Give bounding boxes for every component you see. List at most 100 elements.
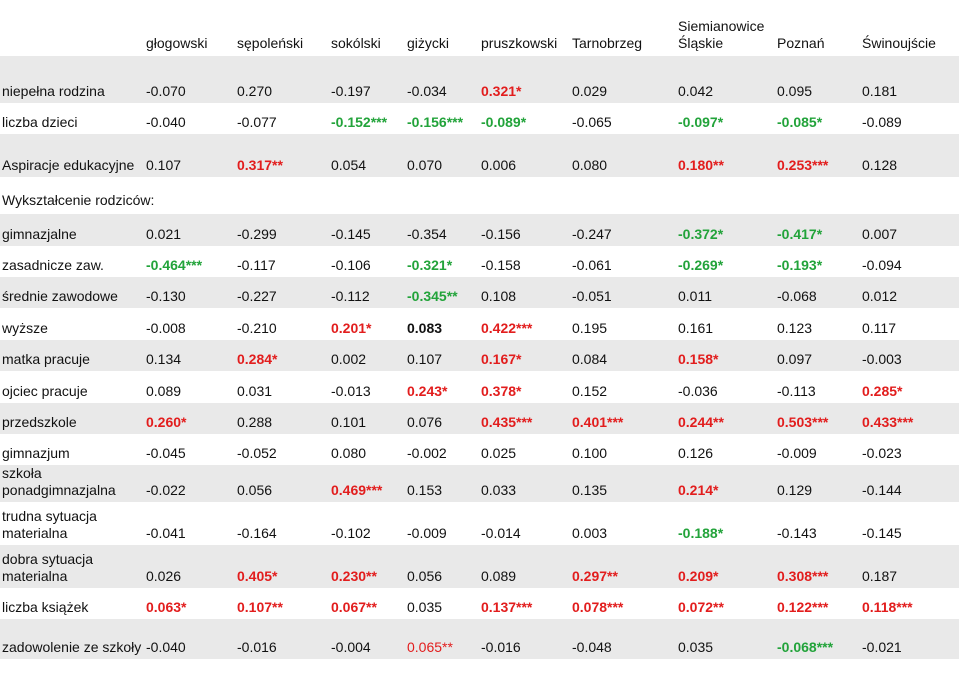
value-cell: -0.023 bbox=[862, 445, 902, 461]
row-label: trudna sytuacja materialna bbox=[2, 508, 97, 541]
correlation-table: głogowski sępoleński sokólski giżycki pr… bbox=[0, 0, 959, 659]
header-cell bbox=[0, 0, 144, 56]
value-cell: -0.002 bbox=[407, 445, 447, 461]
table-row: trudna sytuacja materialna -0.041 -0.164 -0… bbox=[0, 502, 959, 545]
value-cell: 0.089 bbox=[481, 568, 517, 584]
value-cell: 0.021 bbox=[146, 226, 182, 242]
value-cell: 0.503*** bbox=[777, 414, 829, 430]
value-cell: -0.009 bbox=[407, 525, 447, 541]
value-cell: 0.100 bbox=[572, 445, 608, 461]
value-cell: 0.214* bbox=[678, 482, 719, 498]
value-cell: 0.002 bbox=[331, 351, 367, 367]
value-cell: 0.284* bbox=[237, 351, 278, 367]
value-cell: 0.137*** bbox=[481, 599, 533, 615]
value-cell: 0.080 bbox=[572, 157, 608, 173]
value-cell: 0.230** bbox=[331, 568, 377, 584]
value-cell: 0.123 bbox=[777, 320, 813, 336]
value-cell: -0.003 bbox=[862, 351, 902, 367]
table-row: średnie zawodowe -0.130 -0.227 -0.112 -0.345… bbox=[0, 277, 959, 308]
value-cell: 0.260* bbox=[146, 414, 187, 430]
value-cell: -0.040 bbox=[146, 639, 186, 655]
table-row: Aspiracje edukacyjne 0.107 0.317** 0.054 0.0… bbox=[0, 134, 959, 177]
row-label: zasadnicze zaw. bbox=[2, 257, 104, 273]
row-label: ojciec pracuje bbox=[2, 383, 88, 399]
value-cell: -0.417* bbox=[777, 226, 823, 242]
table-row: dobra sytuacja materialna 0.026 0.405* 0.23… bbox=[0, 545, 959, 588]
value-cell: 0.288 bbox=[237, 414, 273, 430]
value-cell: 0.107** bbox=[237, 599, 283, 615]
value-cell: -0.247 bbox=[572, 226, 612, 242]
header-cell: sępoleński bbox=[237, 35, 304, 51]
value-cell: 0.201* bbox=[331, 320, 372, 336]
row-label: szkoła ponadgimnazjalna bbox=[2, 465, 116, 498]
value-cell: -0.036 bbox=[678, 383, 718, 399]
value-cell: -0.034 bbox=[407, 83, 447, 99]
value-cell: 0.129 bbox=[777, 482, 813, 498]
header-cell: Świnoujście bbox=[862, 35, 936, 51]
value-cell: -0.048 bbox=[572, 639, 612, 655]
value-cell: -0.144 bbox=[862, 482, 902, 498]
value-cell: -0.052 bbox=[237, 445, 277, 461]
value-cell: 0.181 bbox=[862, 83, 898, 99]
value-cell: 0.031 bbox=[237, 383, 273, 399]
row-label: dobra sytuacja materialna bbox=[2, 551, 94, 584]
table-row: matka pracuje 0.134 0.284* 0.002 0.107 0.167*… bbox=[0, 340, 959, 371]
header-cell: giżycki bbox=[407, 35, 450, 51]
value-cell: 0.152 bbox=[572, 383, 608, 399]
value-cell: -0.152*** bbox=[331, 114, 388, 130]
value-cell: 0.128 bbox=[862, 157, 898, 173]
value-cell: 0.080 bbox=[331, 445, 367, 461]
value-cell: -0.070 bbox=[146, 83, 186, 99]
value-cell: -0.061 bbox=[572, 257, 612, 273]
value-cell: -0.016 bbox=[481, 639, 521, 655]
value-cell: 0.012 bbox=[862, 288, 898, 304]
value-cell: -0.008 bbox=[146, 320, 186, 336]
row-label: wyższe bbox=[2, 320, 48, 336]
header-cell: sokólski bbox=[331, 35, 381, 51]
header-cell: pruszkowski bbox=[481, 35, 558, 51]
value-cell: 0.095 bbox=[777, 83, 813, 99]
value-cell: -0.102 bbox=[331, 525, 371, 541]
value-cell: -0.045 bbox=[146, 445, 186, 461]
value-cell: -0.130 bbox=[146, 288, 186, 304]
value-cell: -0.013 bbox=[331, 383, 371, 399]
value-cell: -0.164 bbox=[237, 525, 277, 541]
value-cell: 0.422*** bbox=[481, 320, 533, 336]
value-cell: -0.197 bbox=[331, 83, 371, 99]
value-cell: 0.003 bbox=[572, 525, 608, 541]
value-cell: 0.107 bbox=[146, 157, 182, 173]
value-cell: -0.112 bbox=[331, 288, 370, 304]
value-cell: 0.056 bbox=[407, 568, 443, 584]
value-cell: -0.004 bbox=[331, 639, 371, 655]
header-row: głogowski sępoleński sokólski giżycki pr… bbox=[0, 0, 959, 56]
value-cell: 0.435*** bbox=[481, 414, 533, 430]
value-cell: 0.405* bbox=[237, 568, 278, 584]
value-cell: 0.033 bbox=[481, 482, 517, 498]
header-cell: Siemianowice Śląskie bbox=[678, 18, 765, 51]
value-cell: -0.156 bbox=[481, 226, 521, 242]
value-cell: -0.113 bbox=[777, 383, 816, 399]
value-cell: 0.122*** bbox=[777, 599, 829, 615]
value-cell: -0.145 bbox=[862, 525, 902, 541]
row-label: Aspiracje edukacyjne bbox=[2, 157, 135, 173]
row-label: liczba dzieci bbox=[2, 114, 78, 130]
row-label: liczba książek bbox=[2, 599, 89, 615]
value-cell: -0.321* bbox=[407, 257, 453, 273]
value-cell: -0.097* bbox=[678, 114, 724, 130]
header-cell: Tarnobrzeg bbox=[572, 35, 643, 51]
value-cell: 0.469*** bbox=[331, 482, 383, 498]
value-cell: 0.097 bbox=[777, 351, 813, 367]
value-cell: -0.345** bbox=[407, 288, 458, 304]
table-row: zasadnicze zaw. -0.464*** -0.117 -0.106 -0.3… bbox=[0, 246, 959, 277]
value-cell: 0.433*** bbox=[862, 414, 914, 430]
header-cell: Poznań bbox=[777, 35, 825, 51]
row-label: Wykształcenie rodziców: bbox=[2, 192, 155, 208]
value-cell: 0.025 bbox=[481, 445, 517, 461]
value-cell: -0.040 bbox=[146, 114, 186, 130]
value-cell: -0.464*** bbox=[146, 257, 203, 273]
value-cell: 0.035 bbox=[407, 599, 443, 615]
value-cell: -0.085* bbox=[777, 114, 823, 130]
row-label: gimnazjalne bbox=[2, 226, 77, 242]
value-cell: -0.051 bbox=[572, 288, 612, 304]
value-cell: 0.180** bbox=[678, 157, 724, 173]
